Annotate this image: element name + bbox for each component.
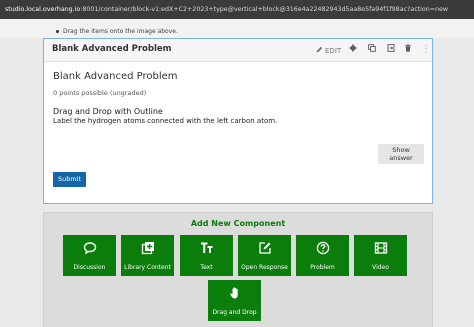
edit-square-icon — [238, 241, 291, 258]
text-icon — [180, 241, 233, 258]
edit-label: EDIT — [325, 47, 342, 55]
show-answer-line-1: Show — [392, 146, 410, 154]
discussion-button[interactable]: Discussion — [63, 235, 116, 276]
open-response-button[interactable]: Open Response — [238, 235, 291, 276]
pencil-icon — [316, 46, 323, 55]
drag-and-drop-button[interactable]: Drag and Drop — [208, 280, 261, 321]
show-answer-button[interactable]: Show answer — [378, 144, 424, 164]
discussion-label: Discussion — [73, 264, 106, 271]
show-answer-line-2: answer — [389, 154, 413, 162]
delete-trash-icon[interactable] — [404, 44, 412, 54]
previous-content-label: Drag the items onto the image above. — [63, 28, 178, 35]
text-label: Text — [200, 264, 213, 271]
problem-label: Problem — [310, 264, 335, 271]
drag-and-drop-label: Drag and Drop — [212, 309, 257, 316]
video-label: Video — [372, 264, 389, 271]
problem-button[interactable]: Problem — [296, 235, 349, 276]
browser-address-bar[interactable]: studio.local.overhang.io:8001/container/… — [0, 0, 474, 19]
settings-gear-icon[interactable] — [349, 44, 357, 54]
move-icon[interactable] — [387, 44, 395, 54]
previous-content-strip: Drag the items onto the image above. — [0, 19, 474, 38]
url-host: studio.local.overhang.io — [5, 6, 81, 13]
library-content-button[interactable]: Library Content — [121, 235, 174, 276]
add-new-component-panel: Add New Component Discussion Library Con… — [43, 212, 433, 327]
dnd-problem-title: Drag and Drop with Outline — [53, 107, 163, 116]
library-icon — [121, 241, 174, 258]
film-icon — [354, 241, 407, 258]
previous-content-text: Drag the items onto the image above. — [56, 28, 178, 35]
text-button[interactable]: Text — [180, 235, 233, 276]
chat-bubble-icon — [63, 241, 116, 258]
hand-pointer-icon — [208, 286, 261, 303]
add-new-component-title: Add New Component — [190, 219, 286, 228]
xblock-header-title: Blank Advanced Problem — [52, 44, 172, 54]
bullet-icon — [56, 30, 59, 33]
points-possible: 0 points possible (ungraded) — [53, 89, 147, 97]
library-content-label: Library Content — [124, 264, 171, 271]
edit-button[interactable]: EDIT — [316, 46, 341, 55]
submit-button[interactable]: Submit — [53, 172, 86, 187]
duplicate-icon[interactable] — [368, 44, 376, 54]
problem-xblock: Blank Advanced Problem EDIT ⋮ Blank Adva… — [43, 38, 433, 204]
url-path: :8001/container/block-v1:edX+C2+2023+typ… — [80, 6, 449, 13]
video-button[interactable]: Video — [354, 235, 407, 276]
problem-title: Blank Advanced Problem — [53, 71, 178, 82]
dnd-instructions: Label the hydrogen atoms connected with … — [53, 117, 278, 125]
question-circle-icon — [296, 241, 349, 258]
drag-handle-icon[interactable]: ⋮ — [421, 43, 431, 57]
open-response-label: Open Response — [241, 264, 288, 271]
xblock-header: Blank Advanced Problem EDIT ⋮ — [44, 39, 432, 62]
